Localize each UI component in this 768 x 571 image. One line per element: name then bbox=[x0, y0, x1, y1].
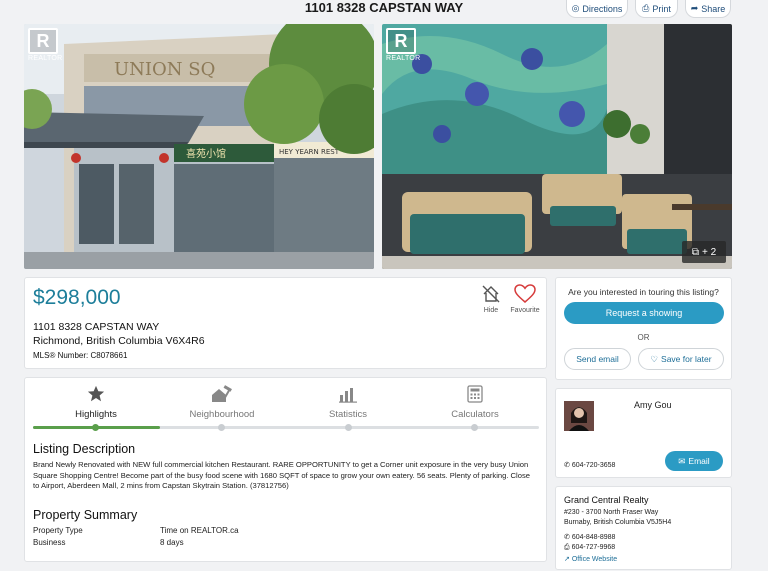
tab-calculators-label: Calculators bbox=[451, 409, 499, 420]
showing-question: Are you interested in touring this listi… bbox=[568, 287, 719, 297]
print-label: Print bbox=[652, 3, 671, 14]
send-email-button[interactable]: Send email bbox=[564, 348, 631, 370]
listing-summary-card: $298,000 1101 8328 CAPSTAN WAY Richmond,… bbox=[24, 277, 547, 369]
listing-description-text: Brand Newly Renovated with NEW full comm… bbox=[33, 460, 530, 491]
brokerage-fax: 604-727-9968 bbox=[571, 544, 616, 551]
hide-house-icon bbox=[482, 285, 500, 303]
tab-indicator-dot bbox=[218, 424, 225, 431]
share-icon: ➦ bbox=[690, 3, 699, 13]
hide-button[interactable]: Hide bbox=[473, 284, 509, 314]
storefront-image: UNION SQ 喜苑小馆 HEY YEARN REST bbox=[24, 24, 374, 269]
restaurant-sign-text: 喜苑小馆 bbox=[186, 147, 226, 160]
bar-chart-icon bbox=[339, 388, 357, 403]
agent-email-label: Email bbox=[688, 456, 710, 466]
tab-indicator-dot bbox=[92, 424, 99, 431]
listing-description-heading: Listing Description bbox=[33, 442, 136, 456]
agent-email-button[interactable]: ✉ Email bbox=[665, 451, 723, 471]
calculator-icon bbox=[467, 385, 483, 403]
listing-details-card: Highlights Neighbourhood Statistics Calc… bbox=[24, 377, 547, 562]
brokerage-address-line-2: Burnaby, British Columbia V5J5H4 bbox=[564, 519, 672, 526]
mls-number: MLS® Number: C8078661 bbox=[33, 351, 128, 360]
compass-icon: ◎ bbox=[571, 3, 580, 13]
directions-button[interactable]: ◎ Directions bbox=[566, 0, 628, 18]
brokerage-address-line-1: #230 - 3700 North Fraser Way bbox=[564, 509, 659, 516]
phone-icon: ✆ bbox=[564, 534, 570, 541]
favourite-button[interactable]: Favourite bbox=[507, 284, 543, 314]
listing-photo-storefront[interactable]: UNION SQ 喜苑小馆 HEY YEARN REST R REALTOR bbox=[24, 24, 374, 269]
more-photos-count: + 2 bbox=[701, 246, 717, 258]
office-website-label: Office Website bbox=[571, 556, 618, 563]
summary-value-property-type: Business bbox=[33, 538, 66, 547]
summary-label-time-on-realtor: Time on REALTOR.ca bbox=[160, 526, 239, 535]
heart-icon bbox=[514, 284, 536, 303]
brokerage-name[interactable]: Grand Central Realty bbox=[564, 495, 649, 505]
more-photos-badge[interactable]: ⧉ + 2 bbox=[682, 241, 726, 263]
agent-phone-row[interactable]: ✆ 604-720-3658 bbox=[564, 461, 615, 469]
directions-label: Directions bbox=[582, 3, 623, 14]
realtor-watermark: R REALTOR bbox=[28, 28, 62, 64]
phone-icon: ✆ bbox=[564, 462, 570, 469]
tab-neighbourhood-label: Neighbourhood bbox=[189, 409, 255, 420]
brokerage-phone-row[interactable]: ✆ 604-848-8988 bbox=[564, 533, 615, 541]
tab-highlights-label: Highlights bbox=[75, 409, 117, 420]
interior-image bbox=[382, 24, 732, 269]
realtor-logo-icon: R bbox=[386, 28, 416, 54]
save-for-later-button[interactable]: ♡ Save for later bbox=[638, 348, 724, 370]
tab-calculators[interactable]: Calculators bbox=[420, 384, 530, 420]
realtor-watermark-text: REALTOR bbox=[386, 55, 421, 62]
showing-card: Are you interested in touring this listi… bbox=[555, 277, 732, 380]
agent-card: Amy Gou ✆ 604-720-3658 ✉ Email bbox=[555, 388, 732, 478]
favourite-label: Favourite bbox=[510, 307, 540, 314]
hide-label: Hide bbox=[483, 307, 499, 314]
office-website-link[interactable]: ↗ Office Website bbox=[564, 555, 617, 563]
tab-statistics-label: Statistics bbox=[328, 409, 367, 420]
tab-indicator-dot bbox=[345, 424, 352, 431]
star-icon bbox=[87, 385, 105, 402]
save-for-later-label: Save for later bbox=[661, 354, 712, 364]
share-button[interactable]: ➦ Share bbox=[685, 0, 731, 18]
share-label: Share bbox=[701, 3, 726, 14]
photos-icon: ⧉ bbox=[691, 246, 699, 258]
heart-outline-icon: ♡ bbox=[650, 353, 659, 364]
summary-label-property-type: Property Type bbox=[33, 526, 83, 535]
hammer-house-icon bbox=[212, 385, 232, 402]
tab-statistics[interactable]: Statistics bbox=[293, 384, 403, 420]
agent-name[interactable]: Amy Gou bbox=[634, 400, 672, 410]
property-summary-heading: Property Summary bbox=[33, 508, 138, 522]
realtor-logo-icon: R bbox=[28, 28, 58, 54]
summary-value-time-on-realtor: 8 days bbox=[160, 538, 184, 547]
realtor-watermark-text: REALTOR bbox=[28, 55, 63, 62]
print-button[interactable]: ⎙ Print bbox=[635, 0, 678, 18]
brokerage-card: Grand Central Realty #230 - 3700 North F… bbox=[555, 486, 732, 570]
printer-icon: ⎙ bbox=[642, 3, 650, 13]
storefront-sign-text: UNION SQ bbox=[114, 59, 215, 80]
fax-icon: ⎙ bbox=[564, 544, 570, 551]
address-line-2: Richmond, British Columbia V6X4R6 bbox=[33, 335, 205, 347]
envelope-icon: ✉ bbox=[678, 455, 686, 466]
external-link-icon: ↗ bbox=[564, 556, 570, 563]
tab-indicator-dot bbox=[471, 424, 478, 431]
agent-photo bbox=[564, 401, 594, 431]
tab-neighbourhood[interactable]: Neighbourhood bbox=[167, 384, 277, 420]
address-line-1: 1101 8328 CAPSTAN WAY bbox=[33, 321, 160, 333]
or-divider: OR bbox=[637, 333, 650, 342]
agent-avatar[interactable] bbox=[564, 401, 594, 431]
restaurant-sign-en-text: HEY YEARN REST bbox=[279, 148, 340, 156]
realtor-watermark: R REALTOR bbox=[386, 28, 420, 64]
request-showing-button[interactable]: Request a showing bbox=[564, 302, 724, 324]
listing-photo-interior[interactable]: R REALTOR ⧉ + 2 bbox=[382, 24, 732, 269]
tab-highlights[interactable]: Highlights bbox=[41, 384, 151, 420]
agent-phone: 604-720-3658 bbox=[571, 462, 616, 469]
brokerage-fax-row: ⎙ 604-727-9968 bbox=[564, 544, 615, 552]
listing-price: $298,000 bbox=[33, 286, 121, 309]
brokerage-phone: 604-848-8988 bbox=[571, 534, 616, 541]
